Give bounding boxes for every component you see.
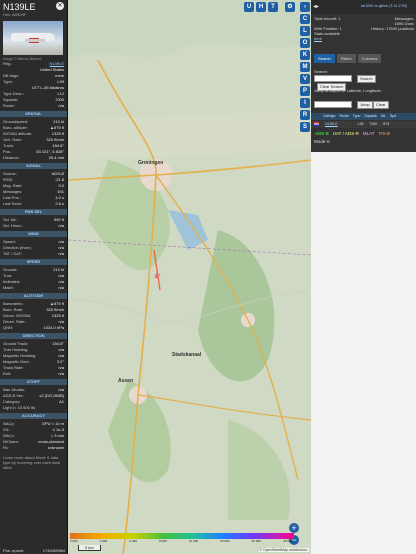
- col-route[interactable]: Route: [339, 113, 348, 120]
- section-header-altitude: ALTITUDE: [0, 293, 67, 299]
- row-squawk: 7000: [369, 122, 378, 126]
- map-side-toolbar: C L O K M V P I R S: [300, 14, 310, 134]
- tab-search[interactable]: Search: [314, 54, 335, 63]
- section-header-signal: SIGNAL: [0, 163, 67, 169]
- map-button-v[interactable]: V: [300, 74, 310, 84]
- pos-epoch-value: 1743409984: [42, 548, 65, 553]
- close-panel-button[interactable]: ✕: [56, 2, 64, 10]
- section-header-fms-sel: FMS SEL: [0, 209, 67, 215]
- jump-input[interactable]: [314, 101, 352, 108]
- aircraft-photo[interactable]: [3, 21, 63, 55]
- sidebar-topbar: ◂▸ tar1090 on github (3.14.1733): [311, 0, 416, 14]
- section-header-speed: SPEED: [0, 259, 67, 265]
- legend-mlat: MLAT: [362, 131, 375, 136]
- map-button-m[interactable]: M: [300, 62, 310, 72]
- map-button-u[interactable]: U: [244, 2, 254, 12]
- aircraft-info-panel: N139LE Hex: A0909F ✕ Image © Marcus Bisc…: [0, 0, 68, 554]
- help-note: Learn more about Mode S data type by hov…: [3, 455, 60, 470]
- jump-button[interactable]: Jump: [357, 101, 373, 109]
- map-button-i[interactable]: I: [300, 98, 310, 108]
- section-header-stuff: STUFF: [0, 379, 67, 385]
- aircraft-photo-wing: [25, 39, 45, 42]
- section-header-accuracy: ACCURACY: [0, 413, 67, 419]
- legend-adsb: ADS-B: [315, 131, 329, 136]
- collapse-panel-icon[interactable]: ›: [300, 2, 310, 12]
- aircraft-table-header: Callsign Route Type Squawk Alt. Spd.: [311, 113, 416, 120]
- table-row[interactable]: N139LE L39 7000 875: [311, 121, 416, 128]
- legend-uat: UAT / ADS-R: [332, 131, 359, 136]
- aircraft-stats: Total Aircraft: 1 Messages: 1690.3/sec W…: [314, 16, 414, 41]
- map-button-t[interactable]: T: [268, 2, 278, 12]
- tab-filters[interactable]: Filters: [336, 54, 356, 63]
- legend-tisb: TIS-B: [378, 131, 391, 136]
- map-button-k[interactable]: K: [300, 50, 310, 60]
- total-aircraft-value: 1: [338, 16, 341, 21]
- pos-epoch-row: Pos. epoch: 1743409984: [0, 548, 67, 554]
- search-button[interactable]: Search: [357, 75, 376, 83]
- row-altitude: 875: [383, 122, 390, 126]
- osm-attribution[interactable]: © OpenStreetMap contributors.: [258, 548, 309, 552]
- section-header-direction: DIRECTION: [0, 333, 67, 339]
- hex-code: Hex: A0909F: [3, 12, 27, 17]
- info-row: Sel. Head.: n/a: [3, 223, 64, 228]
- history-value: 17590 positions: [385, 26, 414, 31]
- sidebar-panel: ◂▸ tar1090 on github (3.14.1733) Total A…: [311, 0, 416, 554]
- altitude-legend-ticks: 2 000 4 000 6 000 8 000 10 000 20 000 30 000 40…: [70, 539, 294, 543]
- city-label-assen: Assen: [118, 378, 134, 384]
- map-button-p[interactable]: P: [300, 86, 310, 96]
- settings-gear-icon[interactable]: ⚙: [285, 2, 295, 12]
- clear-jump-button[interactable]: Clear: [373, 101, 389, 109]
- zoom-in-button[interactable]: +: [289, 523, 299, 533]
- map-scale-bar: 5 km: [78, 545, 101, 551]
- us-flag-icon: [314, 122, 319, 126]
- sidebar-empty-area: [311, 152, 416, 554]
- row-type: L39: [357, 122, 364, 126]
- info-row: TAT / OAT: n/a: [3, 251, 64, 256]
- info-group-top: Reg.: N139LE United States DB flags: none …: [0, 61, 67, 109]
- search-input[interactable]: [314, 75, 352, 82]
- info-row: QNH: 1024.0 hPa: [3, 325, 64, 330]
- map-button-c[interactable]: C: [300, 14, 310, 24]
- city-label-stadskanaal: Stadskanaal: [172, 352, 202, 358]
- github-link[interactable]: tar1090 on github (3.14.1733): [361, 4, 407, 8]
- history-label: History:: [371, 26, 385, 31]
- callsign-title: N139LE: [3, 2, 36, 12]
- section-header-wind: WIND: [0, 231, 67, 237]
- map-view[interactable]: Groningen Assen Stadskanaal ✈ U H T ⚙ › …: [68, 0, 311, 554]
- city-label-groningen: Groningen: [138, 160, 164, 166]
- info-row: Distance: 25.4 nmi: [3, 155, 64, 160]
- tab-columns[interactable]: Columns: [357, 54, 382, 63]
- expand-left-icon[interactable]: ◂▸: [313, 3, 319, 10]
- info-row: Roll: n/a: [3, 371, 64, 376]
- row-callsign[interactable]: N139LE: [325, 121, 338, 128]
- col-altitude[interactable]: Alt.: [381, 113, 386, 120]
- info-row: Mach: n/a: [3, 285, 64, 290]
- source-legend: ADS-B UAT / ADS-R MLAT TIS-B: [314, 131, 391, 136]
- search-label: Search:: [314, 69, 328, 74]
- col-type[interactable]: Type: [353, 113, 361, 120]
- section-header-spatial: SPATIAL: [0, 111, 67, 117]
- info-row: Last Seen: 2.8 s: [3, 201, 64, 206]
- info-row: Light (< 15 500 lb): [3, 405, 36, 410]
- map-button-s[interactable]: S: [300, 122, 310, 132]
- info-row: Route: n/a: [3, 103, 64, 108]
- map-button-o[interactable]: O: [300, 38, 310, 48]
- col-squawk[interactable]: Squawk: [364, 113, 376, 120]
- map-button-l[interactable]: L: [300, 26, 310, 36]
- col-speed[interactable]: Spd.: [390, 113, 397, 120]
- map-button-r[interactable]: R: [300, 110, 310, 120]
- total-aircraft-label: Total Aircraft:: [314, 16, 338, 21]
- pos-epoch-label: Pos. epoch:: [3, 548, 25, 553]
- map-canvas[interactable]: [68, 0, 311, 554]
- map-button-h[interactable]: H: [256, 2, 266, 12]
- sidebar-tabs: Search Filters Columns: [314, 54, 382, 63]
- col-callsign[interactable]: Callsign: [323, 113, 335, 120]
- jump-label: Jump to Airport or Latitude, Longitude:: [314, 88, 382, 93]
- row-route: [344, 121, 352, 128]
- stats-here-link[interactable]: here: [314, 36, 322, 41]
- legend-modes: Mode-S: [314, 139, 330, 144]
